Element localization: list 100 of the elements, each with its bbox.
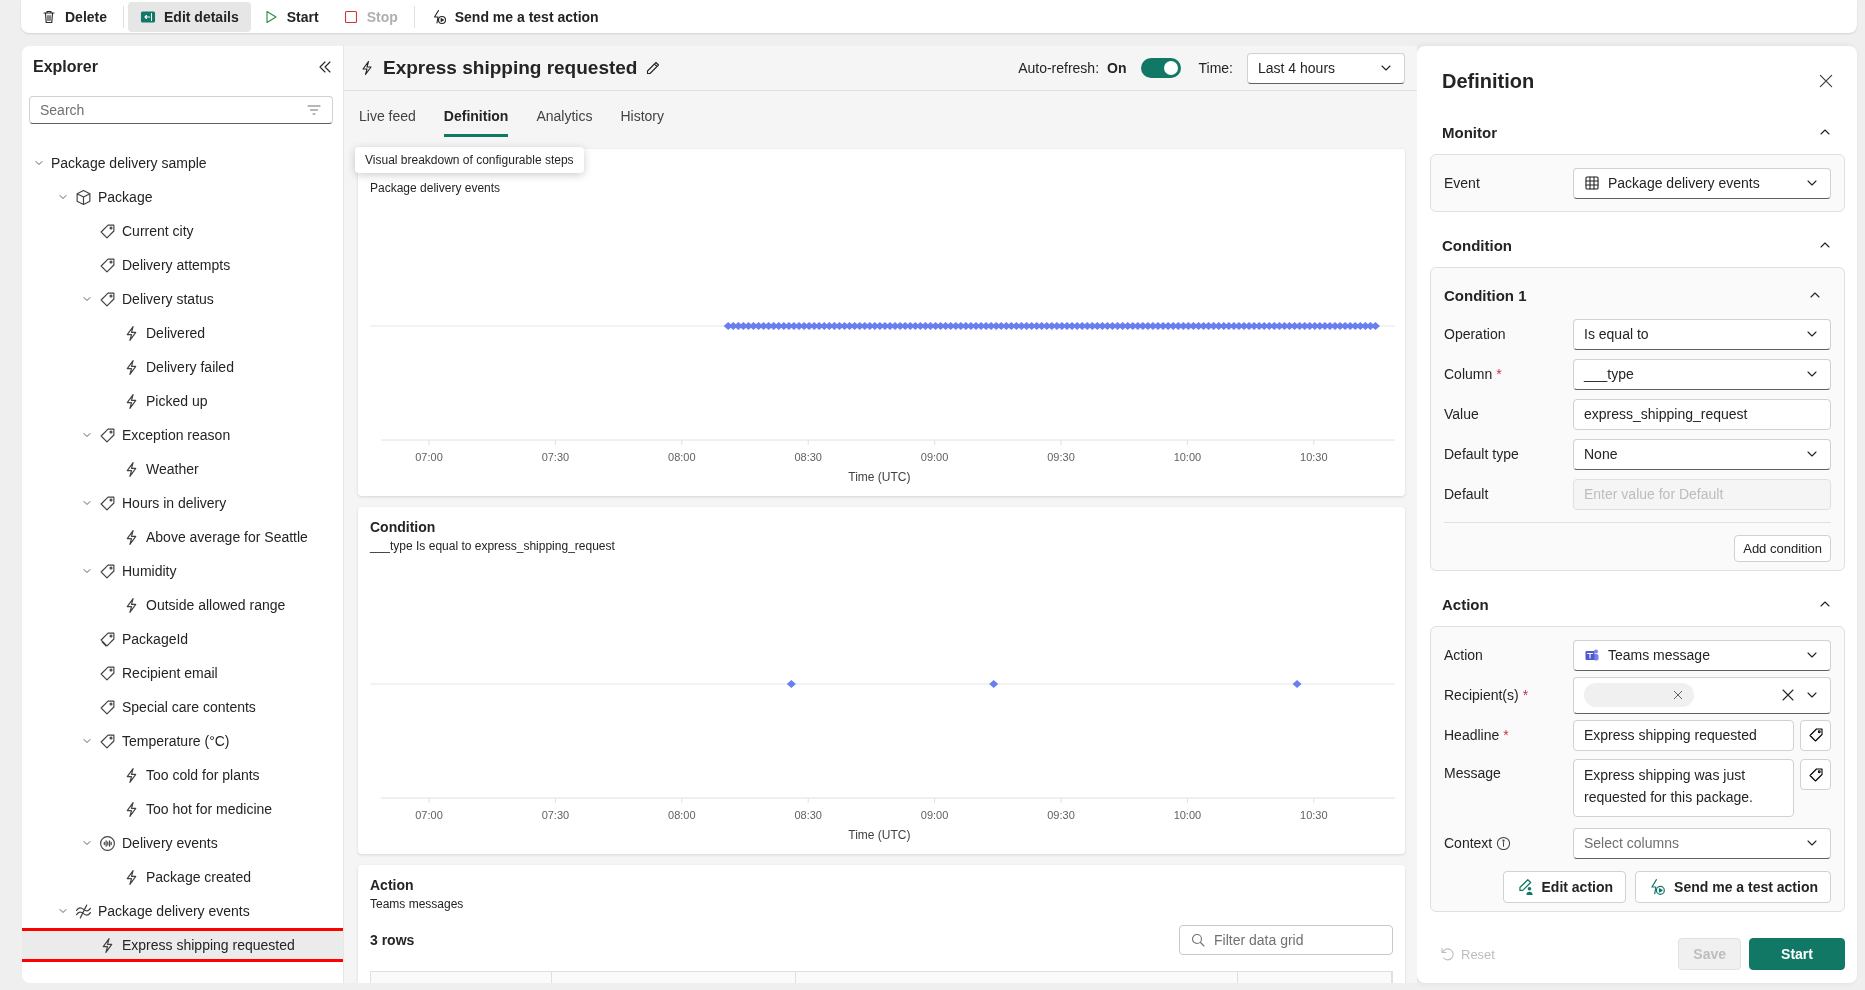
tree-item[interactable]: Too hot for medicine: [22, 792, 343, 826]
tree-item[interactable]: Above average for Seattle: [22, 520, 343, 554]
tree-item[interactable]: Delivery events: [22, 826, 343, 860]
field-label: Column: [1444, 366, 1493, 382]
text-field[interactable]: express_shipping_request: [1573, 398, 1831, 430]
stop-icon: [342, 8, 359, 25]
lightning-play-icon: [1648, 878, 1667, 896]
tag-icon: [99, 256, 116, 274]
start-button[interactable]: Start: [1749, 938, 1845, 970]
table-icon: [1584, 175, 1600, 191]
tree-item[interactable]: Express shipping requested: [22, 928, 343, 962]
tree-item[interactable]: Delivery failed: [22, 350, 343, 384]
collapse-icon[interactable]: [317, 59, 333, 75]
tag-icon: [1807, 766, 1824, 783]
recipients-field[interactable]: [1573, 676, 1831, 714]
tag-icon: [99, 698, 116, 716]
dropdown[interactable]: ___type: [1573, 358, 1831, 390]
field-label: Value: [1444, 406, 1479, 422]
tree-item[interactable]: Recipient email: [22, 656, 343, 690]
tree-item[interactable]: Humidity: [22, 554, 343, 588]
tree-item[interactable]: Temperature (°C): [22, 724, 343, 758]
tab[interactable]: Live feed: [359, 108, 416, 137]
tree-item[interactable]: Delivered: [22, 316, 343, 350]
tree-item[interactable]: Delivery status: [22, 282, 343, 316]
dropdown[interactable]: Select columns: [1573, 827, 1831, 859]
tree-item[interactable]: Special care contents: [22, 690, 343, 724]
tree-item[interactable]: Delivery attempts: [22, 248, 343, 282]
tree-item[interactable]: Package delivery sample: [22, 146, 343, 180]
panel-title: Definition: [1442, 69, 1535, 93]
row-count: 3 rows: [370, 932, 415, 948]
delete-button[interactable]: Delete: [29, 1, 120, 32]
toggle-state: On: [1107, 60, 1127, 76]
tag-icon: [1807, 727, 1824, 743]
tree-item[interactable]: PackageId: [22, 622, 343, 656]
tree-item[interactable]: Package created: [22, 860, 343, 894]
axis-tick-label: 07:00: [415, 809, 443, 821]
edit-action-button[interactable]: Edit action: [1502, 871, 1627, 903]
tag-button[interactable]: [1800, 719, 1831, 751]
filter-field[interactable]: Filter data grid: [1179, 925, 1393, 955]
tag-button[interactable]: [1800, 759, 1831, 790]
axis-tick-label: 09:30: [1047, 451, 1075, 463]
page-title: Express shipping requested: [383, 57, 638, 79]
time-dropdown[interactable]: Last 4 hours: [1247, 52, 1405, 84]
send-test-action-button[interactable]: Send me a test action: [1635, 871, 1831, 903]
axis-tick-label: 10:30: [1300, 809, 1328, 821]
edit-details-button[interactable]: Edit details: [128, 1, 251, 32]
field-label: Default type: [1444, 446, 1519, 462]
text-area[interactable]: Express shipping was just requested for this package.: [1573, 759, 1794, 817]
dropdown[interactable]: Teams message: [1573, 639, 1831, 671]
tree-item[interactable]: Hours in delivery: [22, 486, 343, 520]
axis-tick-label: 10:00: [1173, 451, 1202, 463]
tag-icon: [99, 732, 116, 750]
tab[interactable]: Definition: [443, 108, 509, 137]
search-field[interactable]: Search: [29, 96, 333, 124]
panel-title: Explorer: [33, 58, 98, 76]
dropdown[interactable]: Is equal to: [1573, 318, 1831, 350]
tree-item[interactable]: Outside allowed range: [22, 588, 343, 622]
tag-icon: [99, 562, 116, 580]
cube-icon: [75, 188, 92, 206]
axis-tick-label: 08:30: [794, 809, 822, 821]
stream-icon: [75, 902, 92, 920]
add-condition-button[interactable]: Add condition: [1734, 535, 1831, 562]
card-title: Condition: [369, 519, 437, 537]
tab[interactable]: Analytics: [536, 108, 593, 137]
section-title: Condition: [1442, 236, 1512, 254]
axis-tick-label: 08:00: [668, 809, 696, 821]
text-field[interactable]: Express shipping requested: [1573, 719, 1794, 751]
tree-item[interactable]: Weather: [22, 452, 343, 486]
tree-item[interactable]: Package delivery events: [22, 894, 343, 928]
filter-icon: [306, 102, 322, 118]
pencil-icon[interactable]: [645, 60, 662, 76]
tab[interactable]: History: [620, 108, 664, 137]
field-label: Event: [1444, 175, 1480, 191]
axis-tick-label: 09:00: [920, 809, 949, 821]
field-label: Default: [1444, 486, 1489, 502]
card-subtitle: Teams messages: [369, 897, 465, 911]
tag-icon: [99, 494, 116, 512]
close-icon[interactable]: [1817, 72, 1835, 90]
required-mark: *: [1496, 366, 1502, 382]
dropdown[interactable]: None: [1573, 438, 1831, 470]
field-label: Action: [1444, 647, 1483, 663]
trash-icon: [41, 8, 57, 25]
dropdown[interactable]: Package delivery events: [1573, 167, 1831, 199]
tree-item[interactable]: Too cold for plants: [22, 758, 343, 792]
toggle-label: Auto-refresh:: [1018, 60, 1100, 76]
axis-tick-label: 07:30: [541, 809, 570, 821]
search-icon: [1190, 932, 1206, 948]
pulse-icon: [99, 834, 116, 852]
tree-item[interactable]: Picked up: [22, 384, 343, 418]
clear-icon[interactable]: [1780, 687, 1796, 703]
send-test-action-button[interactable]: Send me a test action: [418, 1, 611, 32]
panel-icon: [140, 8, 157, 25]
tree-item[interactable]: Package: [22, 180, 343, 214]
tree-item[interactable]: Current city: [22, 214, 343, 248]
tag-icon: [99, 664, 116, 682]
start-button[interactable]: Start: [250, 1, 331, 32]
toggle-switch[interactable]: [1140, 58, 1181, 78]
info-icon: [1496, 835, 1512, 851]
tree-item[interactable]: Exception reason: [22, 418, 343, 452]
remove-icon: [1672, 689, 1684, 701]
